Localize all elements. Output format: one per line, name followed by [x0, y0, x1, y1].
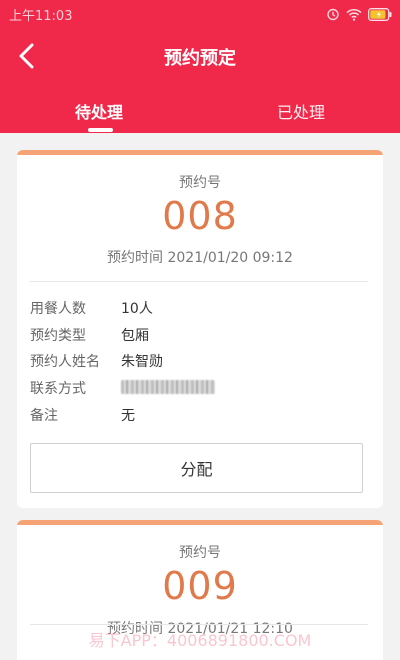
reservation-number-label: 预约号: [179, 175, 221, 191]
tab-pending[interactable]: 待处理: [75, 99, 123, 123]
field-value: 无: [121, 408, 135, 424]
field-value: 朱智勋: [121, 354, 163, 370]
field-label: 预约人姓名: [30, 354, 100, 370]
field-label: 用餐人数: [30, 301, 86, 317]
app-header: 上午11:03 预约预定 待处理 已处理: [0, 0, 400, 133]
reservation-number: 009: [162, 564, 238, 608]
status-icons: [326, 6, 392, 25]
field-reservation-type: 预约类型 包厢: [30, 325, 149, 345]
wifi-icon: [346, 6, 362, 25]
alarm-icon: [326, 6, 340, 25]
status-bar: 上午11:03: [0, 0, 400, 28]
status-time: 上午11:03: [9, 9, 73, 24]
card-divider: [30, 281, 368, 282]
tab-processed[interactable]: 已处理: [277, 99, 325, 123]
card-top-accent: [17, 150, 383, 155]
assign-button[interactable]: 分配: [30, 443, 363, 493]
reservation-number: 008: [162, 194, 238, 238]
page-title: 预约预定: [164, 48, 236, 69]
field-label: 预约类型: [30, 328, 86, 344]
contact-value-redacted: [121, 380, 215, 394]
field-party-size: 用餐人数 10人: [30, 298, 153, 318]
reservation-time: 预约时间 2021/01/20 09:12: [107, 250, 293, 266]
field-remarks: 备注 无: [30, 405, 135, 425]
field-label: 联系方式: [30, 381, 86, 397]
tab-active-indicator: [88, 128, 113, 132]
reservation-number-label: 预约号: [179, 545, 221, 561]
field-value: 10人: [121, 301, 153, 317]
field-contact: 联系方式: [30, 378, 215, 398]
battery-icon: [368, 6, 392, 25]
field-guest-name: 预约人姓名 朱智勋: [30, 351, 163, 371]
card-divider: [30, 624, 368, 625]
watermark: 易下APP：4006891800.COM: [88, 631, 312, 650]
field-value: 包厢: [121, 328, 149, 344]
card-top-accent: [17, 520, 383, 525]
field-label: 备注: [30, 408, 58, 424]
